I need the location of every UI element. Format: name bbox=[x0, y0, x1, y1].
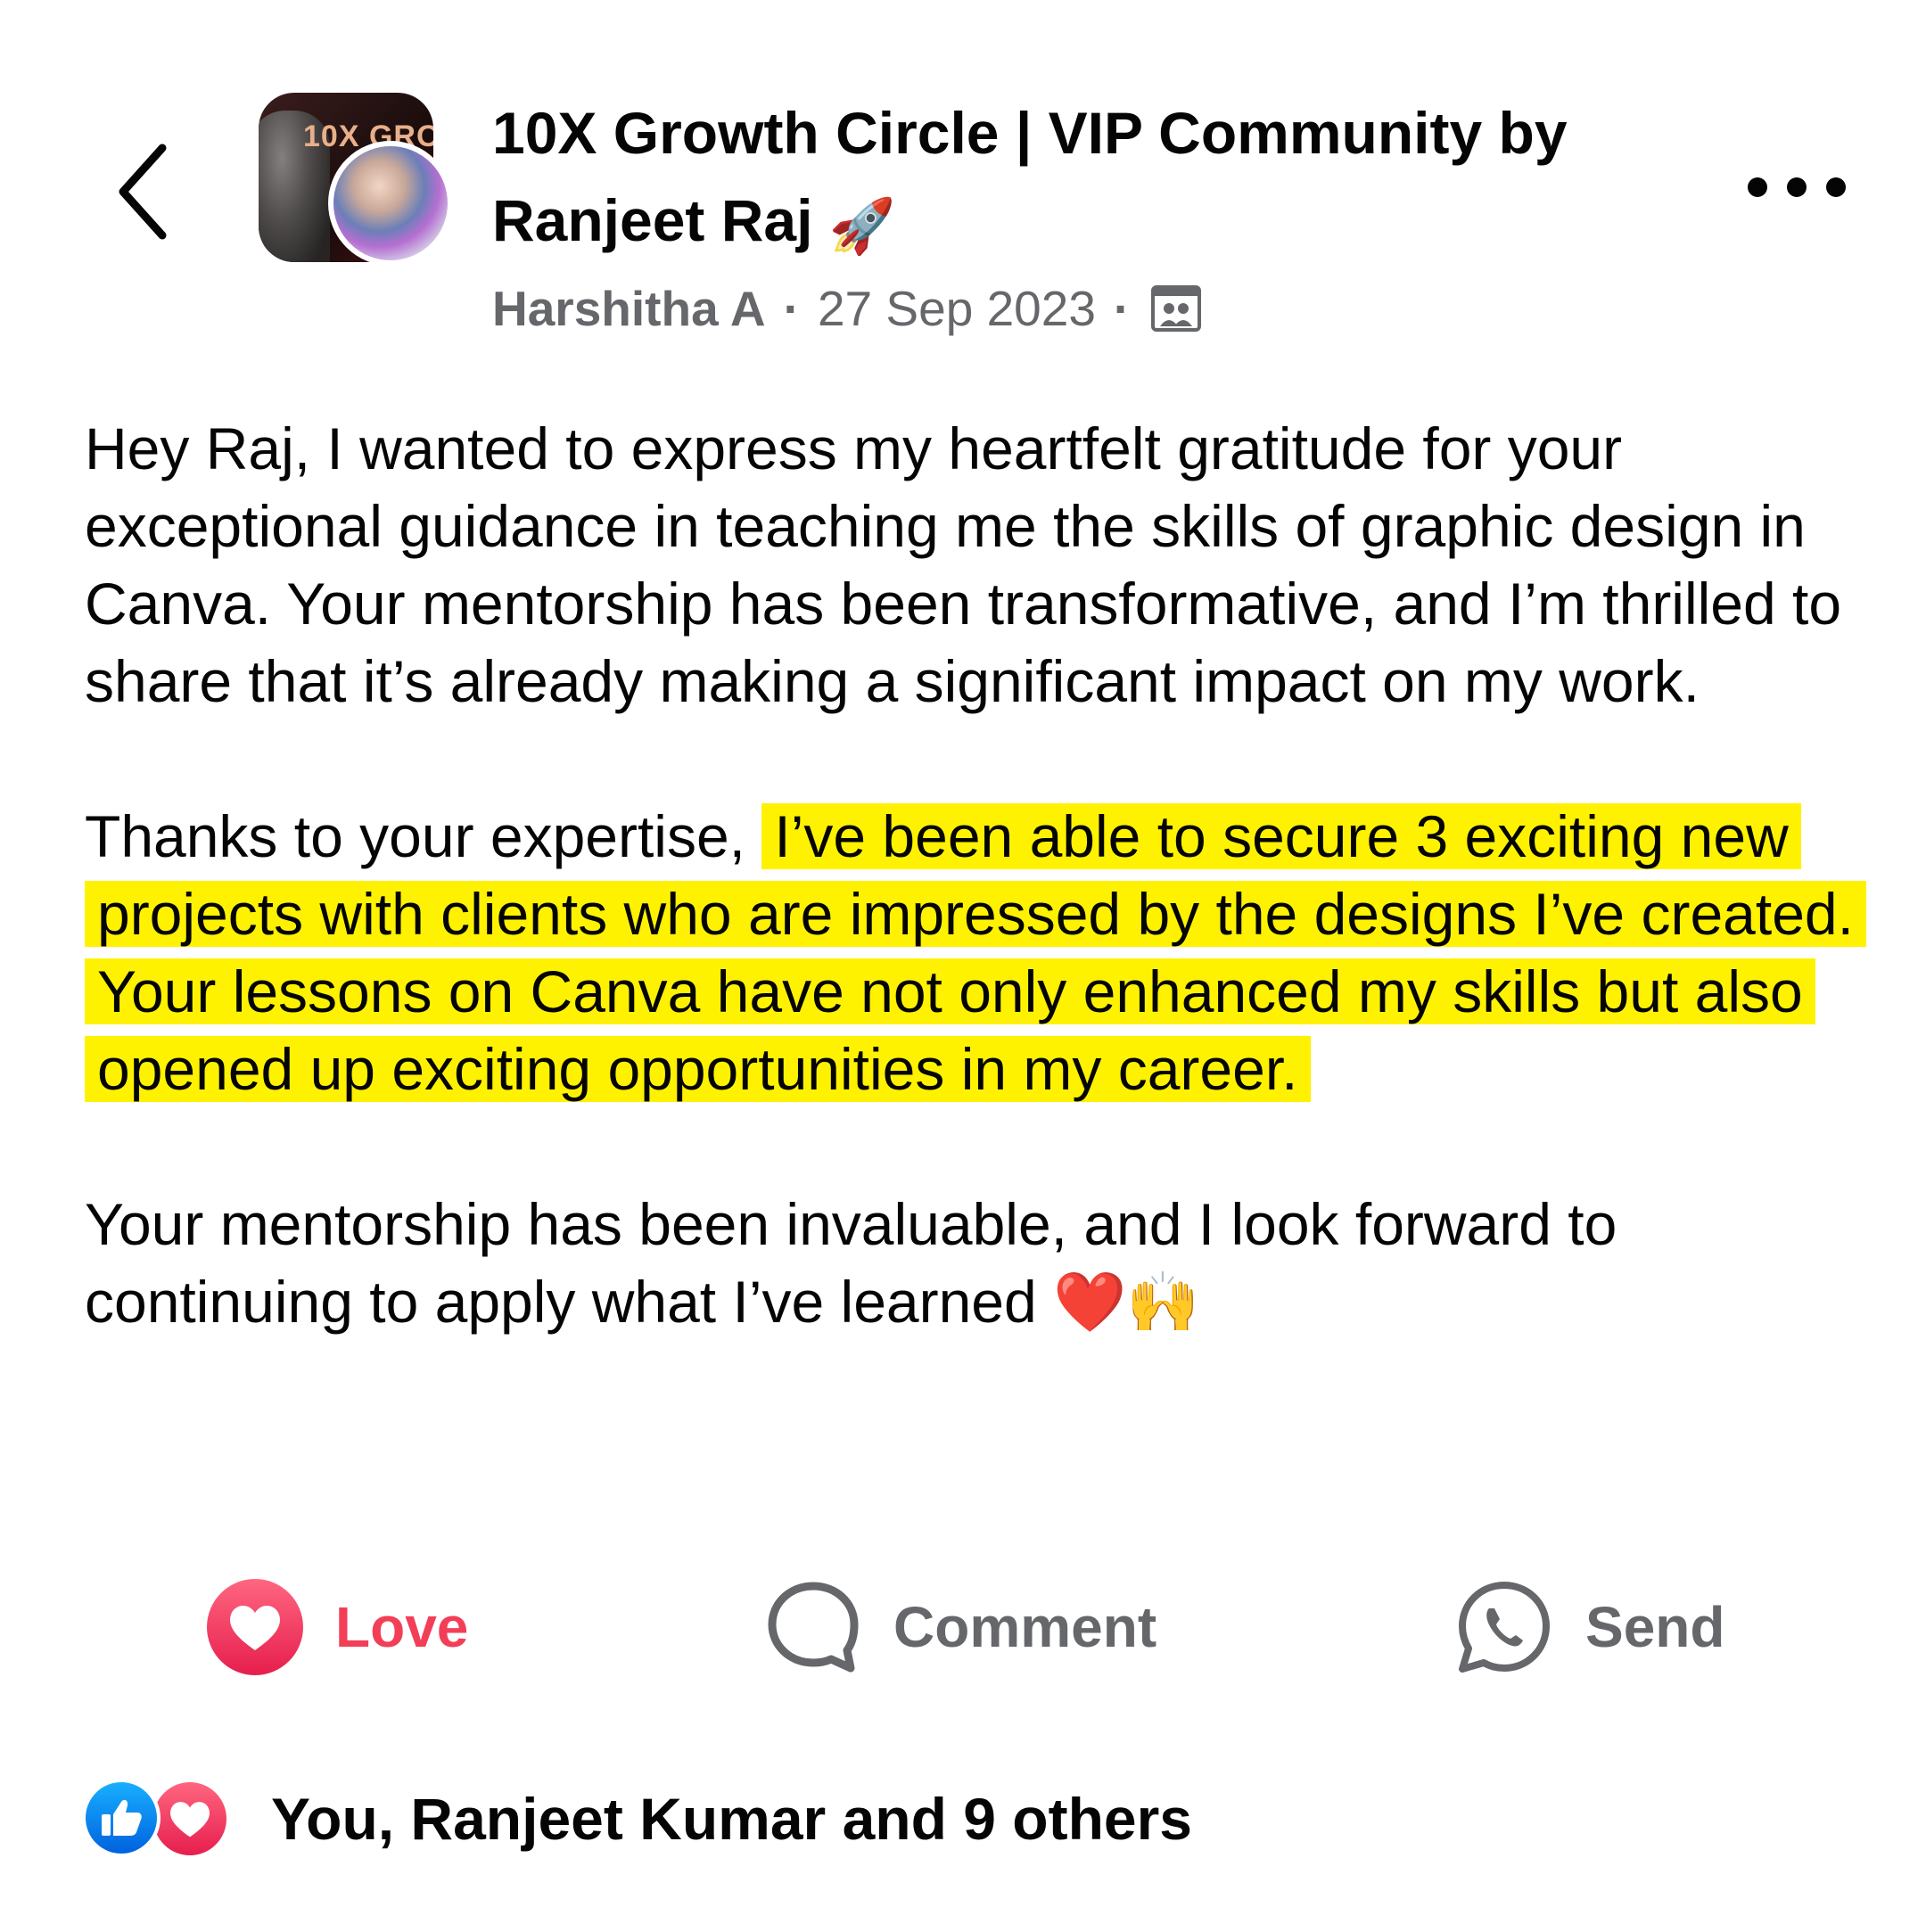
post-paragraph-2: Thanks to your expertise, I’ve been able… bbox=[85, 798, 1868, 1108]
back-button[interactable] bbox=[107, 134, 178, 250]
title-block: 10X Growth Circle | VIP Community by Ran… bbox=[492, 89, 1651, 340]
paragraph-3-text: Your mentorship has been invaluable, and… bbox=[85, 1191, 1617, 1335]
more-options-button[interactable] bbox=[1748, 165, 1846, 210]
send-whatsapp-button[interactable]: Send bbox=[1455, 1569, 1724, 1685]
post-header: 10X GROW 10X Growth Circle | VIP Communi… bbox=[0, 0, 1926, 357]
reactions-summary-text: You, Ranjeet Kumar and 9 others bbox=[271, 1786, 1192, 1852]
group-title-text: 10X Growth Circle | VIP Community by Ran… bbox=[492, 100, 1568, 253]
send-label: Send bbox=[1585, 1595, 1725, 1659]
more-dot-icon bbox=[1787, 177, 1807, 197]
post-paragraph-1: Hey Raj, I wanted to express my heartfel… bbox=[85, 415, 1842, 714]
highlight-2: Your lessons on Canva have not only enha… bbox=[85, 958, 1815, 1102]
group-title[interactable]: 10X Growth Circle | VIP Community by Ran… bbox=[492, 89, 1651, 270]
love-label: Love bbox=[335, 1595, 469, 1659]
chevron-left-icon bbox=[119, 144, 167, 240]
love-button[interactable]: Love bbox=[207, 1569, 468, 1685]
post-date[interactable]: 27 Sep 2023 bbox=[818, 277, 1096, 340]
author-avatar[interactable] bbox=[328, 141, 453, 266]
comment-button[interactable]: Comment bbox=[765, 1569, 1156, 1685]
post-meta: Harshitha A · 27 Sep 2023 · bbox=[492, 277, 1651, 340]
thumbs-up-icon bbox=[82, 1779, 160, 1857]
meta-separator: · bbox=[783, 281, 800, 336]
comment-bubble-icon bbox=[768, 1582, 859, 1673]
meta-separator: · bbox=[1113, 281, 1131, 336]
heart-reaction-icon bbox=[150, 1779, 230, 1859]
rocket-emoji-icon: 🚀 bbox=[828, 196, 896, 256]
heart-emoji-icon: ❤️ bbox=[1053, 1269, 1127, 1335]
paragraph-2-intro: Thanks to your expertise, bbox=[85, 803, 746, 869]
group-icon bbox=[1151, 285, 1202, 332]
heart-icon bbox=[207, 1579, 303, 1675]
post-body: Hey Raj, I wanted to express my heartfel… bbox=[85, 410, 1868, 1418]
whatsapp-icon bbox=[1459, 1582, 1550, 1673]
reactions-summary[interactable]: You, Ranjeet Kumar and 9 others bbox=[82, 1774, 1192, 1863]
raised-hands-emoji-icon: 🙌 bbox=[1126, 1269, 1200, 1335]
action-bar: Love Comment Send bbox=[0, 1569, 1926, 1685]
more-dot-icon bbox=[1748, 177, 1767, 197]
comment-label: Comment bbox=[893, 1595, 1157, 1659]
post-paragraph-3: Your mentorship has been invaluable, and… bbox=[85, 1186, 1868, 1341]
reaction-icons bbox=[82, 1779, 243, 1859]
more-dot-icon bbox=[1826, 177, 1846, 197]
author-name[interactable]: Harshitha A bbox=[492, 277, 766, 340]
